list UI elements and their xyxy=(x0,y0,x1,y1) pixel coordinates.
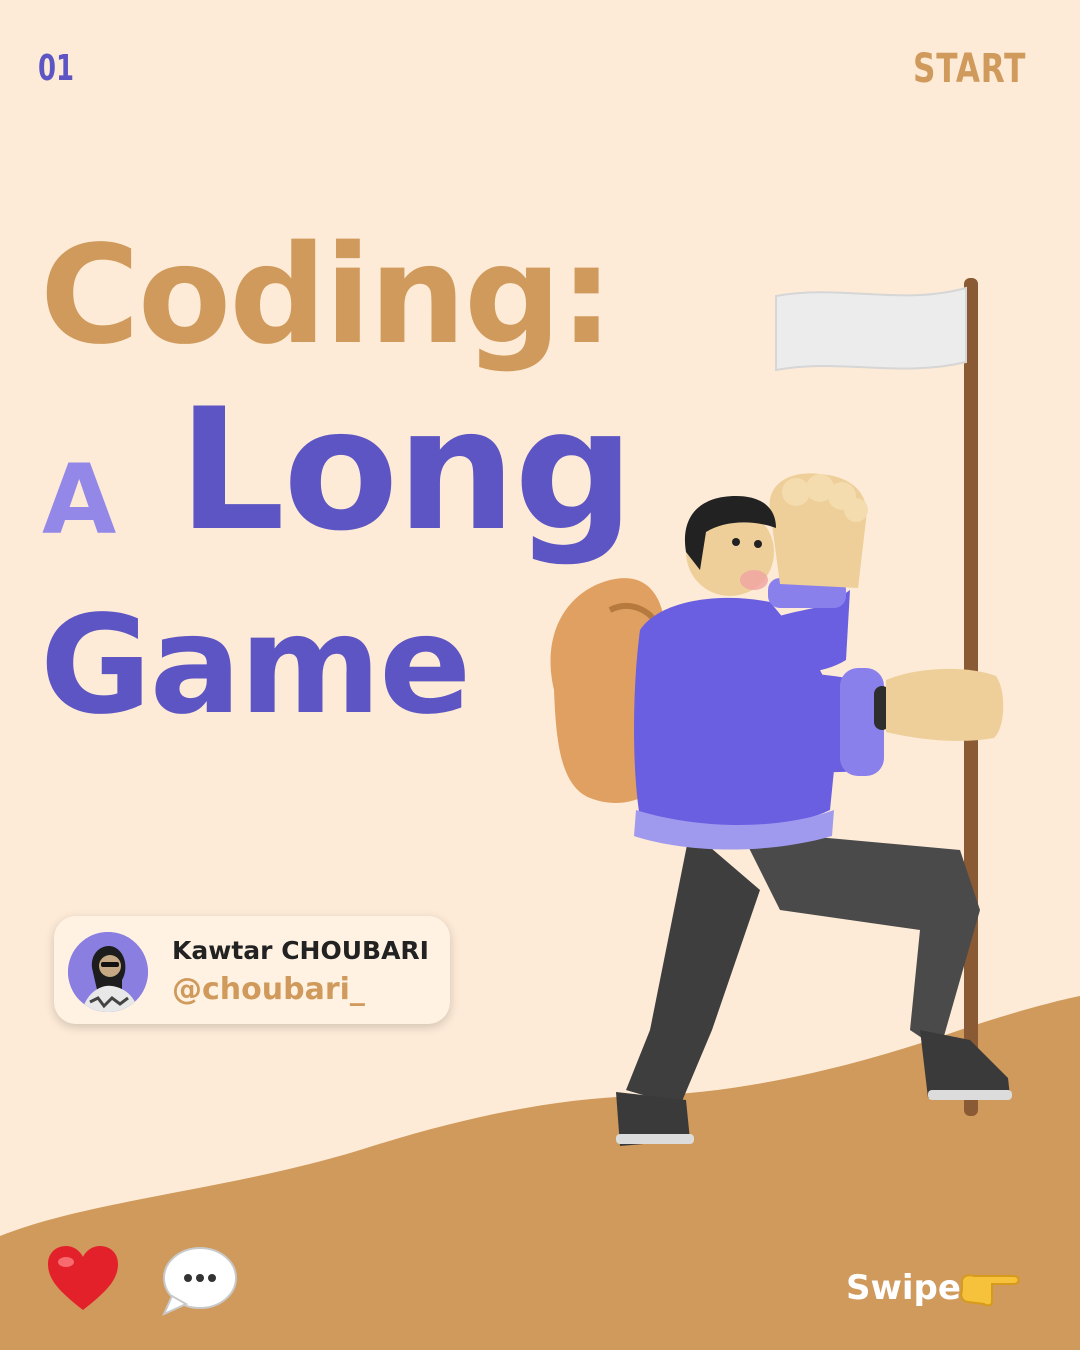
title-line-3: Game xyxy=(40,587,471,745)
avatar xyxy=(68,932,148,1012)
hiker-illustration xyxy=(550,278,1012,1146)
title-line-1: Coding: xyxy=(40,217,614,375)
slide: 01 START Coding: A Long Game Kawtar CHOU… xyxy=(0,0,1080,1350)
pointing-hand-icon xyxy=(960,1274,1020,1307)
person-photo-icon xyxy=(68,932,148,1012)
heart-icon[interactable] xyxy=(46,1244,120,1314)
author-card[interactable]: Kawtar CHOUBARI @choubari_ xyxy=(54,916,450,1024)
author-name: Kawtar CHOUBARI xyxy=(172,936,429,965)
speech-bubble-icon[interactable] xyxy=(160,1244,240,1318)
author-handle[interactable]: @choubari_ xyxy=(172,972,365,1007)
swipe-label[interactable]: Swipe xyxy=(846,1268,961,1308)
start-label: START xyxy=(912,46,1026,92)
title-line-2-prefix: A xyxy=(42,444,116,556)
page-number: 01 xyxy=(38,48,75,89)
